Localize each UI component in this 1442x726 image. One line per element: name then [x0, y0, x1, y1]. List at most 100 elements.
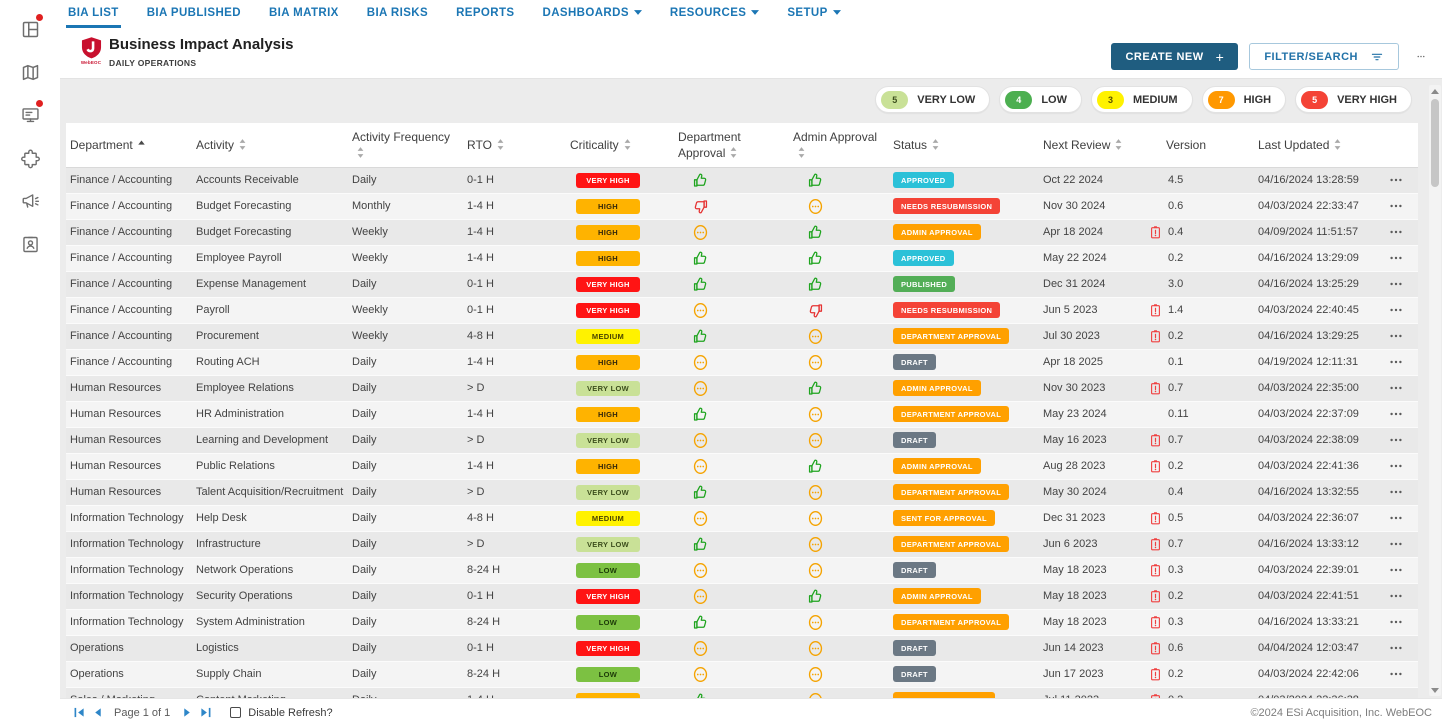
scroll-up-arrow[interactable] — [1429, 85, 1441, 97]
tab-bia-matrix[interactable]: BIA MATRIX — [267, 0, 341, 28]
row-menu-button[interactable] — [1388, 302, 1404, 318]
column-header-department-approval[interactable]: Department Approval — [674, 123, 789, 167]
tab-reports[interactable]: REPORTS — [454, 0, 516, 28]
table-row: Human Resources Talent Acquisition/Recru… — [66, 479, 1418, 505]
row-menu-button[interactable] — [1388, 380, 1404, 396]
legend-medium[interactable]: 3 MEDIUM — [1091, 86, 1193, 113]
review-overdue-warning-icon — [1148, 563, 1163, 578]
cell-activity: Learning and Development — [192, 427, 348, 453]
row-menu-button[interactable] — [1388, 250, 1404, 266]
cell-activity-frequency: Daily — [348, 661, 463, 687]
row-menu-button[interactable] — [1388, 224, 1404, 240]
cell-activity: Employee Relations — [192, 375, 348, 401]
cell-criticality: VERY LOW — [566, 427, 674, 453]
column-header-last-updated[interactable]: Last Updated — [1254, 123, 1384, 167]
legend-high[interactable]: 7 HIGH — [1202, 86, 1287, 113]
cell-criticality: LOW — [566, 557, 674, 583]
create-new-button[interactable]: CREATE NEW + — [1111, 43, 1238, 70]
cell-activity: Budget Forecasting — [192, 193, 348, 219]
chevron-down-icon — [751, 10, 759, 15]
cell-next-review: Aug 28 2023 — [1039, 453, 1144, 479]
row-menu-button[interactable] — [1388, 172, 1404, 188]
sidebar-item-contacts[interactable] — [0, 223, 60, 266]
tab-setup[interactable]: SETUP — [785, 0, 842, 28]
criticality-badge: MEDIUM — [576, 329, 640, 344]
row-menu-button[interactable] — [1388, 666, 1404, 682]
row-menu-button[interactable] — [1388, 432, 1404, 448]
cell-activity-frequency: Daily — [348, 453, 463, 479]
disable-refresh-control[interactable]: Disable Refresh? — [230, 707, 332, 719]
row-menu-button[interactable] — [1388, 536, 1404, 552]
review-overdue-warning-icon — [1148, 589, 1163, 604]
scrollbar-thumb[interactable] — [1431, 99, 1439, 187]
row-menu-button[interactable] — [1388, 458, 1404, 474]
tab-dashboards[interactable]: DASHBOARDS — [540, 0, 643, 28]
more-options-button[interactable] — [1410, 46, 1432, 68]
cell-activity: Network Operations — [192, 557, 348, 583]
column-header-admin-approval[interactable]: Admin Approval — [789, 123, 889, 167]
cell-admin-approval — [789, 583, 889, 609]
cell-admin-approval — [789, 531, 889, 557]
row-menu-button[interactable] — [1388, 510, 1404, 526]
criticality-badge: HIGH — [576, 199, 640, 214]
content-area: 5 VERY LOW 4 LOW 3 MEDIUM 7 HIGH 5 VERY … — [60, 79, 1442, 698]
column-header-activity-frequency[interactable]: Activity Frequency — [348, 123, 463, 167]
cell-department: Human Resources — [66, 401, 192, 427]
row-menu-button[interactable] — [1388, 406, 1404, 422]
cell-admin-approval — [789, 375, 889, 401]
table-row: Finance / Accounting Budget Forecasting … — [66, 219, 1418, 245]
department-approval-pending-icon — [692, 380, 709, 397]
column-header-next-review[interactable]: Next Review — [1039, 123, 1144, 167]
sidebar-item-announcements[interactable] — [0, 180, 60, 223]
row-menu-button[interactable] — [1388, 614, 1404, 630]
tab-bia-list[interactable]: BIA LIST — [66, 0, 121, 28]
column-header-criticality[interactable]: Criticality — [566, 123, 674, 167]
first-page-button[interactable] — [70, 704, 88, 722]
tab-bia-published[interactable]: BIA PUBLISHED — [145, 0, 243, 28]
column-header-rto[interactable]: RTO — [463, 123, 566, 167]
status-badge: ADMIN APPROVAL — [893, 380, 981, 396]
row-menu-button[interactable] — [1388, 484, 1404, 500]
sidebar-item-boards[interactable] — [0, 8, 60, 51]
table-row: Finance / Accounting Accounts Receivable… — [66, 167, 1418, 193]
previous-page-button[interactable] — [88, 704, 106, 722]
cell-activity-frequency: Weekly — [348, 323, 463, 349]
column-header-activity[interactable]: Activity — [192, 123, 348, 167]
legend-very-low[interactable]: 5 VERY LOW — [875, 86, 990, 113]
filter-search-button[interactable]: FILTER/SEARCH — [1249, 43, 1399, 70]
legend-very-high[interactable]: 5 VERY HIGH — [1295, 86, 1412, 113]
admin-approval-thumbs-up-icon — [807, 250, 824, 267]
criticality-badge: VERY LOW — [576, 433, 640, 448]
disable-refresh-checkbox[interactable] — [230, 707, 241, 718]
column-header-status[interactable]: Status — [889, 123, 1039, 167]
cell-criticality: HIGH — [566, 193, 674, 219]
cell-criticality: VERY LOW — [566, 479, 674, 505]
sidebar-item-map[interactable] — [0, 51, 60, 94]
cell-department-approval — [674, 297, 789, 323]
sidebar-item-plugin[interactable] — [0, 137, 60, 180]
status-badge: APPROVED — [893, 250, 954, 266]
sidebar-item-messages[interactable] — [0, 94, 60, 137]
last-page-button[interactable] — [196, 704, 214, 722]
column-header-department[interactable]: Department — [66, 123, 192, 167]
row-menu-button[interactable] — [1388, 588, 1404, 604]
tab-bia-risks[interactable]: BIA RISKS — [365, 0, 430, 28]
row-menu-button[interactable] — [1388, 276, 1404, 292]
cell-status: ADMIN APPROVAL — [889, 375, 1039, 401]
cell-department: Information Technology — [66, 531, 192, 557]
row-menu-button[interactable] — [1388, 354, 1404, 370]
legend-low[interactable]: 4 LOW — [999, 86, 1082, 113]
vertical-scrollbar — [1429, 85, 1441, 696]
scroll-down-arrow[interactable] — [1429, 684, 1441, 696]
cell-version: 0.7 — [1144, 375, 1254, 401]
row-menu-button[interactable] — [1388, 198, 1404, 214]
next-page-button[interactable] — [178, 704, 196, 722]
row-menu-button[interactable] — [1388, 562, 1404, 578]
cell-version: 0.2 — [1144, 453, 1254, 479]
row-menu-button[interactable] — [1388, 328, 1404, 344]
row-menu-button[interactable] — [1388, 640, 1404, 656]
tab-resources[interactable]: RESOURCES — [668, 0, 761, 28]
cell-next-review: Nov 30 2024 — [1039, 193, 1144, 219]
cell-activity: Routing ACH — [192, 349, 348, 375]
cell-activity-frequency: Daily — [348, 271, 463, 297]
